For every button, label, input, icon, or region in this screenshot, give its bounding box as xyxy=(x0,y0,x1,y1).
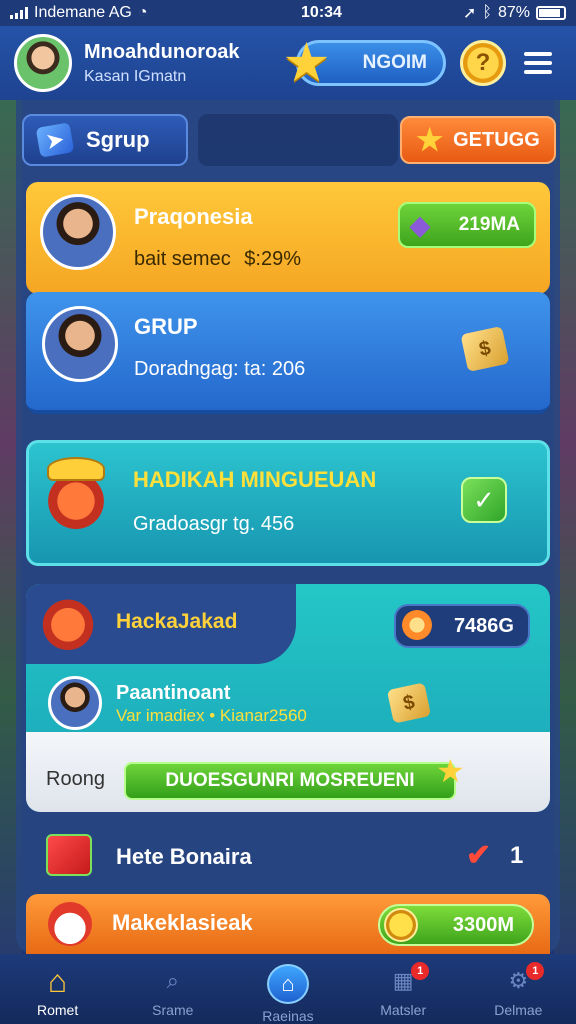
reward-button[interactable]: DUOESGUNRI MOSREUENI xyxy=(124,762,456,800)
battery-percent: 87% xyxy=(497,4,530,21)
nav-search[interactable]: ⌕ Srame xyxy=(123,954,223,1024)
dollar-badge-icon[interactable]: $ xyxy=(386,682,432,724)
profile-card[interactable]: Praqonesia bait semec $:29% ◆ 219MA xyxy=(26,182,550,294)
level-label: NGOIM xyxy=(362,52,427,73)
market-value-pill[interactable]: 3300M xyxy=(378,904,534,946)
status-bar: Indemane AG ◔ 10:34 ➚ ᛒ 87% xyxy=(0,0,576,26)
weekly-card-title: HADIKAH MINGUEUAN xyxy=(133,467,377,492)
battery-icon xyxy=(536,6,566,20)
hat-icon xyxy=(47,457,105,481)
nav-stats-label: Matsler xyxy=(380,1002,427,1018)
group-box-header: HackaJakad xyxy=(26,584,296,664)
profile-card-title: Praqonesia xyxy=(134,204,253,229)
send-icon: ➤ xyxy=(35,122,75,158)
profile-card-line: bait semec $:29% xyxy=(134,248,301,271)
bluetooth-icon: ᛒ xyxy=(482,4,492,21)
group-card-line: Doradngag: ta: 206 xyxy=(134,358,306,380)
nav-stats-badge: 1 xyxy=(411,962,430,980)
profile-header: Mnoahdunoroak Kasan IGmatn ★ NGOIM ? xyxy=(0,26,576,100)
question-icon: ? xyxy=(475,49,491,76)
profile-value-pill[interactable]: ◆ 219MA xyxy=(398,202,536,248)
home-center-icon: ⌂ xyxy=(266,964,309,1004)
nav-stats[interactable]: ▦ Matsler 1 xyxy=(353,954,453,1024)
market-card[interactable]: Makeklasieak 3300M xyxy=(26,894,550,954)
fire-icon xyxy=(402,610,432,640)
group-card[interactable]: GRUP Doradngag: ta: 206 $ xyxy=(26,292,550,414)
nav-settings-label: Delmae xyxy=(494,1002,543,1018)
group-portrait xyxy=(42,306,118,382)
weekly-card[interactable]: HADIKAH MINGUEUAN Gradoasgr tg. 456 ✓ xyxy=(26,440,550,566)
profile-card-line-value: $:29% xyxy=(244,248,301,270)
tab-group[interactable]: ➤ Sgrup xyxy=(22,114,188,166)
tab-empty-slot xyxy=(198,114,398,166)
action-button-label: GETUGG xyxy=(453,128,540,151)
reward-button-label: DUOESGUNRI MOSREUENI xyxy=(165,770,415,791)
group-box-title: HackaJakad xyxy=(116,610,238,633)
status-time: 10:34 xyxy=(301,4,342,21)
profile-portrait xyxy=(40,194,116,270)
search-icon: ⌕ xyxy=(166,968,179,993)
profile-card-line-text: bait semec xyxy=(134,248,231,270)
help-coin-button[interactable]: ? xyxy=(460,40,506,86)
santa-icon xyxy=(48,902,92,946)
mascot-icon xyxy=(40,594,96,650)
nav-home[interactable]: ⌂ Romet xyxy=(8,954,108,1024)
gift-icon xyxy=(46,834,92,876)
group-card-title: GRUP xyxy=(134,314,198,339)
location-icon: ➚ xyxy=(462,5,477,22)
carrier-name: Indemane AG xyxy=(34,4,132,21)
user-subtitle: Kasan IGmatn xyxy=(84,67,187,85)
group-box-item-line: Var imadiex • Kianar2560 xyxy=(116,706,307,725)
group-box-value-pill[interactable]: 7486G xyxy=(394,604,530,648)
check-icon: ✔ xyxy=(466,839,492,872)
market-card-title: Makeklasieak xyxy=(112,910,253,935)
check-badge-icon[interactable]: ✓ xyxy=(461,477,507,523)
weekly-card-line: Gradoasgr tg. 456 xyxy=(133,513,295,535)
reward-label: Roong xyxy=(46,768,105,790)
item-portrait xyxy=(48,676,102,730)
signal-icon xyxy=(10,7,28,19)
star-icon: ★ xyxy=(285,37,329,90)
tabs-row: ➤ Sgrup ★ GETUGG xyxy=(22,114,556,166)
level-pill[interactable]: ★ NGOIM xyxy=(285,37,446,90)
market-pill-value: 3300M xyxy=(452,913,514,936)
nav-home-label: Romet xyxy=(36,1002,79,1018)
wifi-icon: ◔ xyxy=(137,4,148,21)
star-icon: ★ xyxy=(436,753,465,789)
nav-settings[interactable]: ⚙ Delmae 1 xyxy=(468,954,568,1024)
tab-group-label: Sgrup xyxy=(86,127,150,152)
menu-icon[interactable] xyxy=(524,52,552,74)
bonus-row[interactable]: Hete Bonaira ✔ 1 xyxy=(26,826,550,888)
star-icon: ★ xyxy=(416,123,444,157)
dollar-badge-icon[interactable]: $ xyxy=(460,326,510,372)
group-box-item-title: Paantinoant xyxy=(116,682,231,704)
user-name: Mnoahdunoroak xyxy=(84,40,240,63)
bonus-row-count: 1 xyxy=(510,842,524,869)
avatar[interactable] xyxy=(14,34,72,92)
bottom-nav: ⌂ Romet ⌕ Srame ⌂ Raeinas ▦ Matsler 1 ⚙ … xyxy=(0,954,576,1024)
profile-pill-value: 219MA xyxy=(458,214,520,235)
group-box-pill-value: 7486G xyxy=(453,614,514,637)
home-icon: ⌂ xyxy=(47,962,68,999)
reward-card: Roong DUOESGUNRI MOSREUENI ★ xyxy=(26,732,550,812)
action-button[interactable]: ★ GETUGG xyxy=(400,116,556,164)
nav-settings-badge: 1 xyxy=(526,962,545,980)
nav-search-label: Srame xyxy=(152,1002,194,1018)
nav-center-label: Raeinas xyxy=(262,1008,314,1024)
gem-icon: ◆ xyxy=(410,210,430,240)
coin-icon xyxy=(384,908,418,942)
bonus-row-title: Hete Bonaira xyxy=(116,844,252,869)
nav-center[interactable]: ⌂ Raeinas xyxy=(238,954,338,1024)
